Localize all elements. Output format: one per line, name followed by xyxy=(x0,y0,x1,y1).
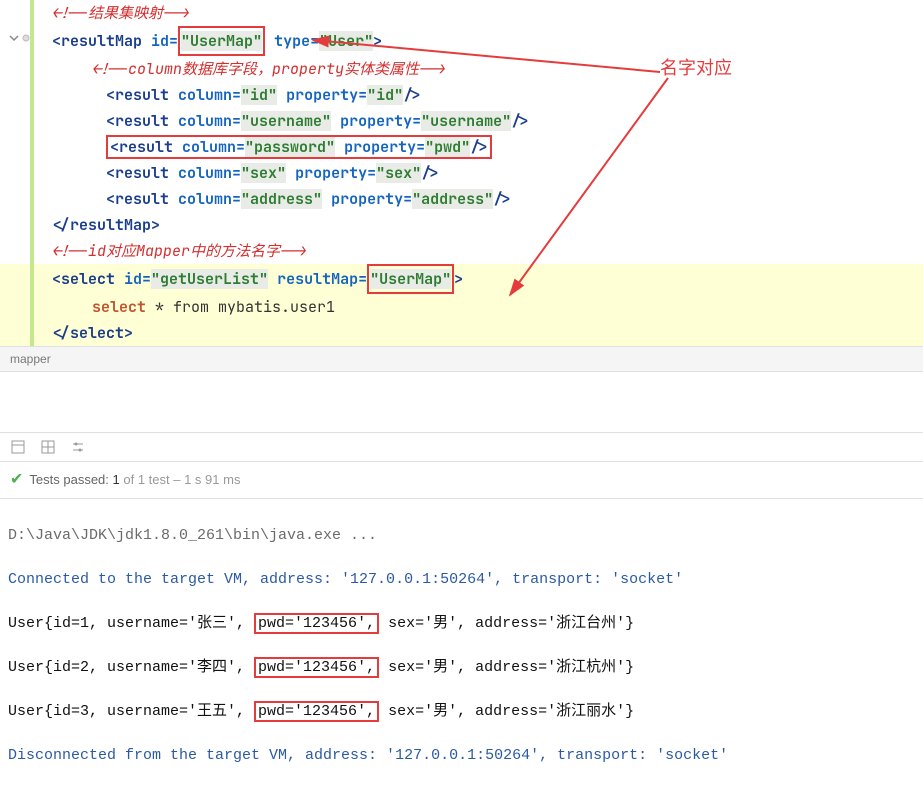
code-line: <select id="getUserList" resultMap="User… xyxy=(0,264,923,294)
code-editor[interactable]: ● <!--结果集映射--> <resultMap id="UserMap" t… xyxy=(0,0,923,346)
console-line: User{id=3, username='王五', pwd='123456', … xyxy=(8,701,915,723)
code-line: <!--结果集映射--> xyxy=(0,0,923,26)
code-line: select * from mybatis.user1 xyxy=(0,294,923,320)
code-line: <result column="id" property="id"/> xyxy=(0,82,923,108)
console-line: Disconnected from the target VM, address… xyxy=(8,745,915,767)
annotation-label: 名字对应 xyxy=(660,55,732,82)
code-line: <!--column数据库字段，property实体类属性--> xyxy=(0,56,923,82)
settings-icon[interactable] xyxy=(70,439,86,455)
layout-icon[interactable] xyxy=(10,439,26,455)
code-line: <!--id对应Mapper中的方法名字--> xyxy=(0,238,923,264)
code-line: <resultMap id="UserMap" type="User"> xyxy=(0,26,923,56)
console-line: User{id=2, username='李四', pwd='123456', … xyxy=(8,657,915,679)
check-icon: ✔ xyxy=(10,468,23,492)
console-line: D:\Java\JDK\jdk1.8.0_261\bin\java.exe ..… xyxy=(8,525,915,547)
table-icon[interactable] xyxy=(40,439,56,455)
console-line: User{id=1, username='张三', pwd='123456', … xyxy=(8,613,915,635)
code-line: <result column="address" property="addre… xyxy=(0,186,923,212)
code-line: </resultMap> xyxy=(0,212,923,238)
breadcrumb[interactable]: mapper xyxy=(0,346,923,372)
test-status-bar: ✔ Tests passed: 1 of 1 test – 1 s 91 ms xyxy=(0,462,923,498)
code-line: <result column="username" property="user… xyxy=(0,108,923,134)
code-line: </select> xyxy=(0,320,923,346)
console-output[interactable]: D:\Java\JDK\jdk1.8.0_261\bin\java.exe ..… xyxy=(0,498,923,793)
tool-toolbar xyxy=(0,432,923,462)
code-line: <result column="sex" property="sex"/> xyxy=(0,160,923,186)
code-line: <result column="password" property="pwd"… xyxy=(0,134,923,160)
console-line: Connected to the target VM, address: '12… xyxy=(8,569,915,591)
